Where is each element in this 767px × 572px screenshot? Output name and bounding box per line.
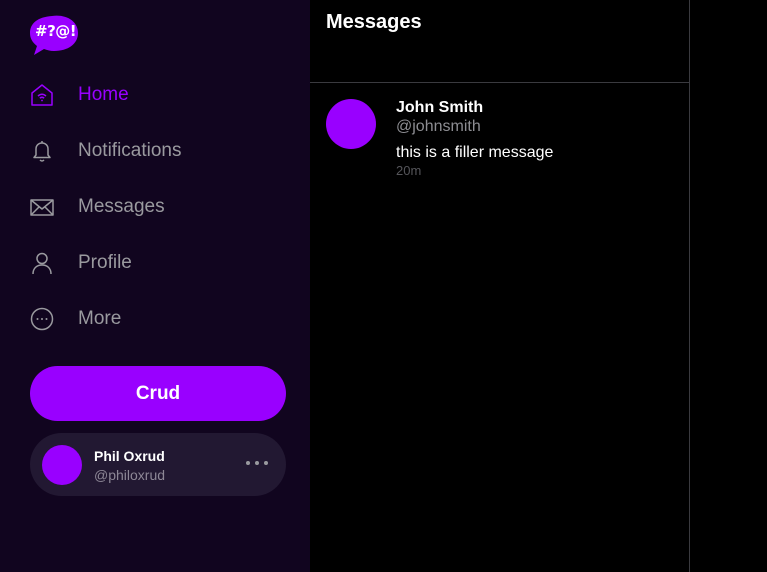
sidebar-item-label: Profile (78, 252, 132, 273)
crud-button[interactable]: Crud (30, 366, 286, 421)
page-header: Messages (310, 0, 689, 83)
message-timestamp: 20m (396, 163, 422, 178)
sidebar-item-home[interactable]: Home (30, 75, 290, 115)
sidebar-item-label: Messages (78, 196, 165, 217)
message-sender-name: John Smith (396, 99, 484, 116)
main-column: Messages John Smith @johnsmith this is a… (310, 0, 690, 572)
page-title: Messages (326, 11, 422, 33)
account-switcher[interactable]: Phil Oxrud @philoxrud (30, 433, 286, 496)
message-sender-handle: @johnsmith (396, 118, 481, 135)
sidebar-item-notifications[interactable]: Notifications (30, 131, 290, 171)
sidebar: #?@! Home Notifications Messages Profile… (0, 0, 310, 572)
sidebar-item-label: Notifications (78, 140, 182, 161)
avatar (42, 445, 82, 485)
message-text: this is a filler message (396, 144, 554, 161)
sidebar-item-more[interactable]: More (30, 299, 290, 339)
more-horizontal-icon[interactable] (246, 455, 268, 471)
envelope-icon (30, 195, 54, 219)
user-handle: @philoxrud (94, 467, 166, 483)
avatar[interactable] (326, 99, 376, 149)
user-icon (30, 251, 54, 275)
sidebar-item-label: Home (78, 84, 129, 105)
sidebar-item-label: More (78, 308, 122, 329)
message-item[interactable]: John Smith @johnsmith this is a filler m… (310, 83, 689, 183)
app-root: #?@! Home Notifications Messages Profile… (0, 0, 767, 572)
user-name: Phil Oxrud (94, 448, 165, 464)
bell-icon (30, 139, 54, 163)
more-circle-icon (30, 307, 54, 331)
sidebar-item-messages[interactable]: Messages (30, 187, 290, 227)
logo-text: #?@! (35, 22, 77, 40)
logo[interactable]: #?@! (30, 14, 80, 56)
right-pane (690, 0, 767, 572)
sidebar-item-profile[interactable]: Profile (30, 243, 290, 283)
home-icon (30, 83, 54, 107)
